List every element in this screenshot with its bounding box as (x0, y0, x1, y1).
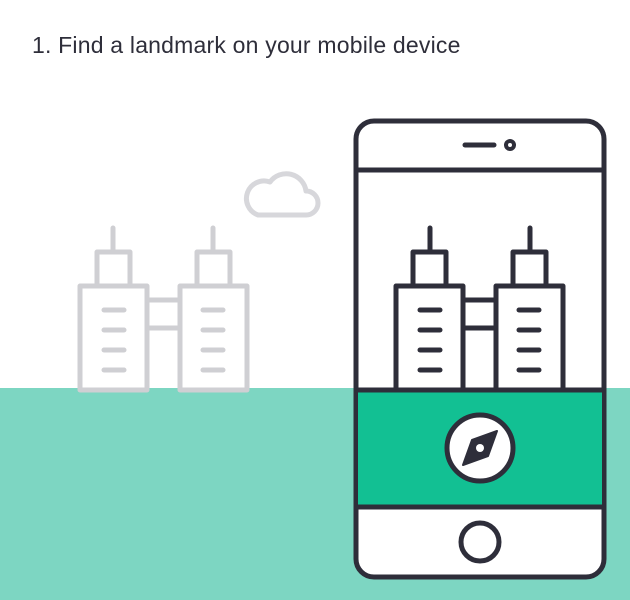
compass-icon[interactable] (444, 412, 516, 484)
background-buildings-icon (77, 225, 250, 393)
instruction-slide: 1. Find a landmark on your mobile device (0, 0, 630, 600)
cloud-icon (243, 171, 321, 218)
step-title: 1. Find a landmark on your mobile device (32, 32, 461, 58)
smartphone-icon (353, 118, 607, 580)
home-button-icon[interactable] (458, 520, 502, 564)
landmark-illustration (0, 118, 630, 600)
camera-icon (504, 139, 516, 151)
